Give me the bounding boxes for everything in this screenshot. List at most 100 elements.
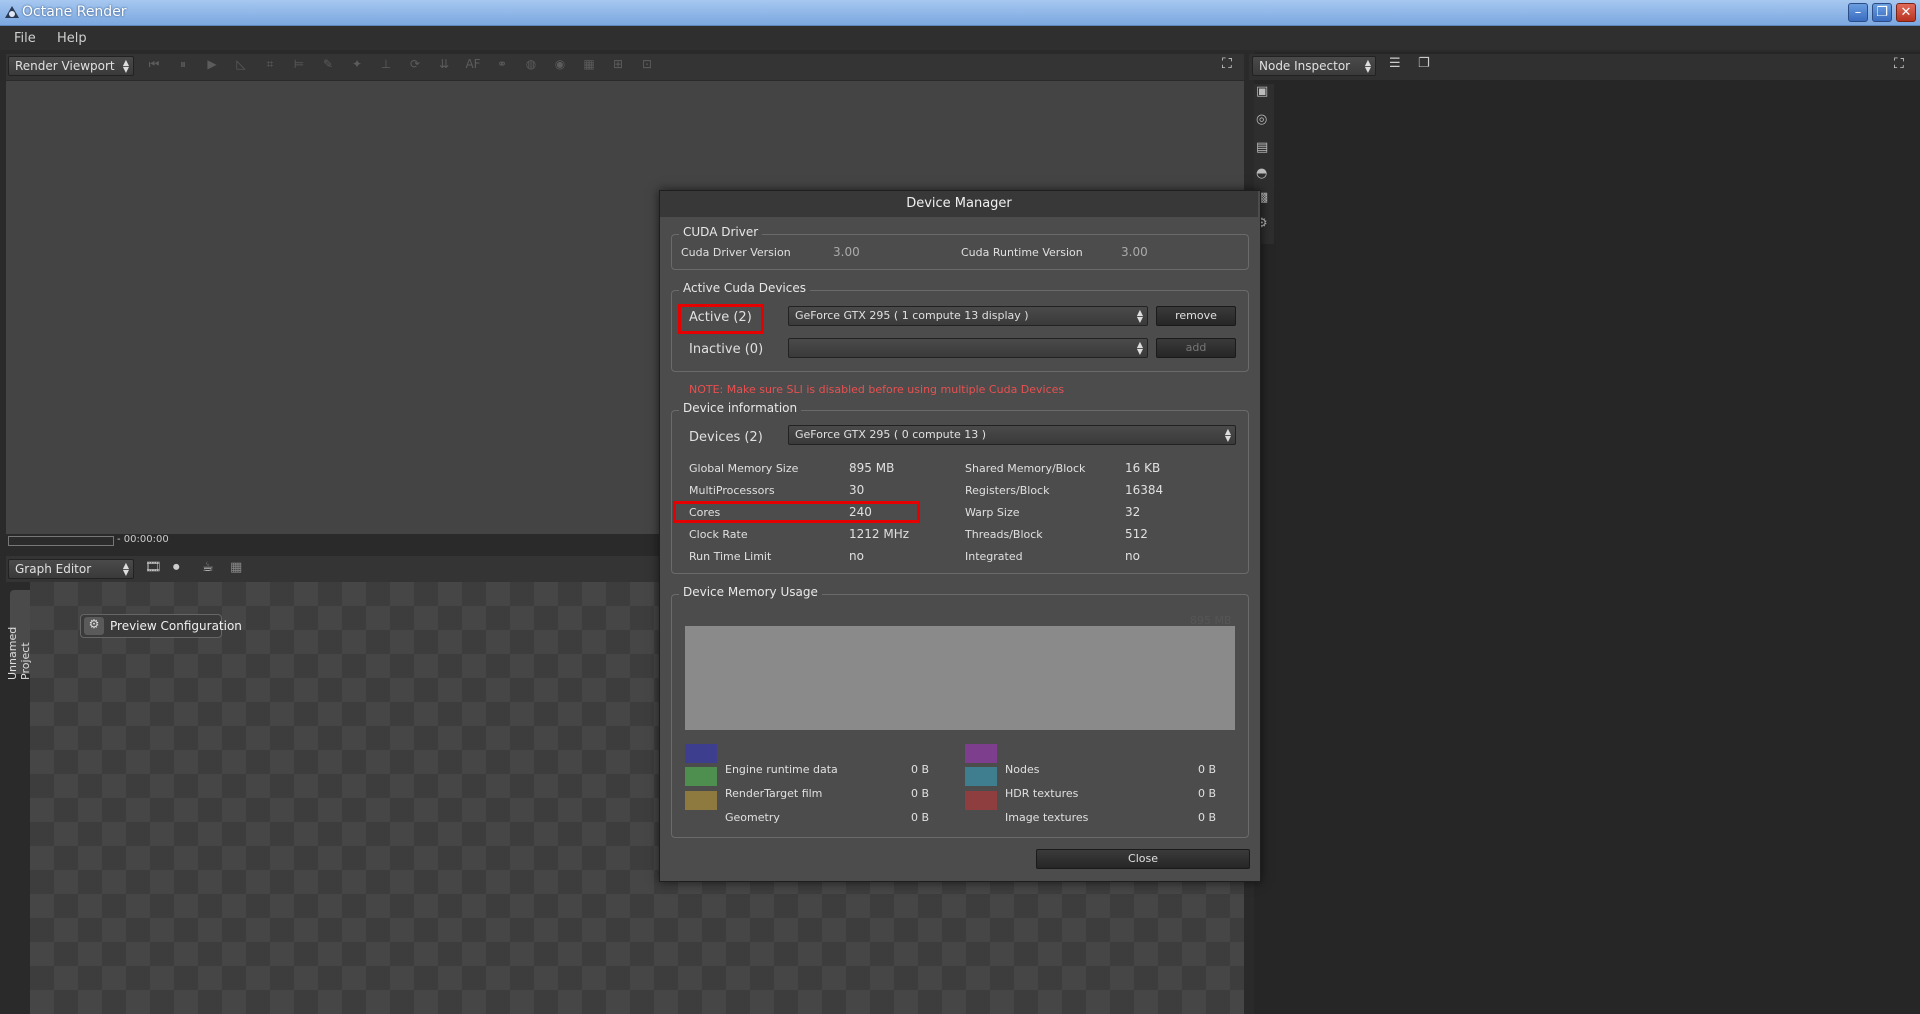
globe-alt-icon[interactable]: ◉ [551,57,569,73]
legend-value: 0 B [1198,787,1217,800]
updown-arrow-icon: ▲ ▼ [1224,427,1231,443]
panel-icon[interactable]: ▤ [1256,140,1268,155]
brush-icon[interactable]: ✎ [319,57,337,73]
add-button[interactable]: add [1156,338,1236,358]
active-devices-title: Active Cuda Devices [679,281,810,295]
info-value: 32 [1125,505,1141,519]
legend-label: Engine runtime data [725,763,838,776]
updown-arrow-icon: ▲ ▼ [122,561,129,577]
info-value: 1212 MHz [849,527,910,541]
arrow-down-icon[interactable]: ⇊ [435,57,453,73]
device-info-title: Device information [679,401,802,415]
info-label: Threads/Block [965,528,1043,541]
legend-swatch [965,744,997,763]
render-progress-bar [8,536,114,546]
teapot-icon[interactable]: ☕ [202,560,214,575]
graph-editor-selector-label: Graph Editor [15,562,92,576]
record-icon[interactable]: ⏺ [173,560,180,575]
legend-label: HDR textures [1005,787,1079,800]
grid-icon[interactable]: ⌗ [261,57,279,73]
cuda-driver-version-label: Cuda Driver Version [681,246,791,259]
legend-label: Image textures [1005,811,1089,824]
info-label: Integrated [965,550,1023,563]
updown-arrow-icon: ▲ ▼ [1136,340,1143,356]
material-icon[interactable]: ◓ [1256,166,1267,181]
info-value: 16384 [1125,483,1164,497]
image-icon[interactable]: ▣ [1256,84,1268,99]
viewport-selector[interactable]: Render Viewport ▲ ▼ [8,56,134,76]
dialog-title: Device Manager [660,191,1258,217]
info-value: no [1125,549,1140,563]
legend-value: 0 B [911,763,930,776]
legend-swatch [965,791,997,810]
globe-icon[interactable]: ◍ [522,57,540,73]
inactive-device-select[interactable]: ▲ ▼ [788,338,1148,358]
menu-help[interactable]: Help [57,31,87,46]
highlight-box-cores [673,501,920,523]
legend-swatch [685,791,717,810]
active-device-select[interactable]: GeForce GTX 295 ( 1 compute 13 display )… [788,306,1148,326]
minimize-button[interactable]: – [1848,3,1868,22]
export-icon[interactable]: ⊡ [638,57,656,73]
cuda-runtime-version-label: Cuda Runtime Version [961,246,1083,259]
info-label: Warp Size [965,506,1020,519]
devices-label: Devices (2) [689,430,763,445]
info-label: Registers/Block [965,484,1050,497]
highlight-box-active [678,304,764,334]
info-value: 30 [849,483,865,497]
node-inspector-selector[interactable]: Node Inspector ▲ ▼ [1252,56,1376,76]
memory-usage-graph [685,626,1235,730]
grid-icon[interactable]: ▦ [230,560,242,575]
legend-label: Geometry [725,811,780,824]
info-label: MultiProcessors [689,484,775,497]
remove-button[interactable]: remove [1156,306,1236,326]
fullscreen-icon[interactable]: ⛶ [1222,56,1232,72]
grid-select-icon[interactable]: ⊞ [609,57,627,73]
info-value: 16 KB [1125,461,1161,475]
info-value: 895 MB [849,461,895,475]
device-select-label: GeForce GTX 295 ( 0 compute 13 ) [795,428,987,441]
node-inspector-panel [1254,52,1920,1014]
measure-icon[interactable]: ⊥ [377,57,395,73]
af-icon[interactable]: AF [464,57,482,73]
square-icon[interactable]: ▦ [580,57,598,73]
pause-icon[interactable]: ⏸ [174,57,192,73]
device-select[interactable]: GeForce GTX 295 ( 0 compute 13 ) ▲ ▼ [788,425,1236,445]
legend-swatch [685,767,717,786]
refresh-icon[interactable]: ⟳ [406,57,424,73]
info-label: Global Memory Size [689,462,799,475]
window-stack-icon[interactable]: ❐ [1418,56,1430,71]
viewport-selector-label: Render Viewport [15,59,115,73]
legend-swatch [685,744,717,763]
node-inspector-selector-label: Node Inspector [1259,59,1351,73]
film-icon[interactable]: 🎞 [145,560,162,575]
menu-bar [0,26,1920,50]
sli-note: NOTE: Make sure SLI is disabled before u… [689,383,1065,396]
legend-value: 0 B [1198,763,1217,776]
fullscreen-icon[interactable]: ⛶ [1894,56,1904,72]
updown-arrow-icon: ▲ ▼ [1364,58,1371,74]
skip-back-icon[interactable]: ⏮ [145,57,163,73]
octane-logo-icon [5,6,19,18]
active-device-select-label: GeForce GTX 295 ( 1 compute 13 display ) [795,309,1029,322]
close-button[interactable]: Close [1036,849,1250,869]
play-icon[interactable]: ▶ [203,57,221,73]
config-node-icon: ⚙ [84,617,104,635]
align-icon[interactable]: ⊨ [290,57,308,73]
legend-value: 0 B [911,811,930,824]
legend-label: RenderTarget film [725,787,823,800]
collapse-icon[interactable]: ☰ [1389,56,1401,71]
updown-arrow-icon: ▲ ▼ [1136,308,1143,324]
legend-swatch [965,767,997,786]
camera-icon[interactable]: ◎ [1256,112,1267,127]
ruler-icon[interactable]: ◺ [232,57,250,73]
network-icon[interactable]: ⚭ [493,57,511,73]
menu-file[interactable]: File [14,31,36,46]
close-window-button[interactable]: ✕ [1896,3,1916,22]
info-label: Clock Rate [689,528,748,541]
maximize-button[interactable]: ❐ [1872,3,1892,22]
info-label: Shared Memory/Block [965,462,1086,475]
highlight-icon[interactable]: ✦ [348,57,366,73]
legend-label: Nodes [1005,763,1040,776]
graph-editor-selector[interactable]: Graph Editor ▲ ▼ [8,559,134,579]
